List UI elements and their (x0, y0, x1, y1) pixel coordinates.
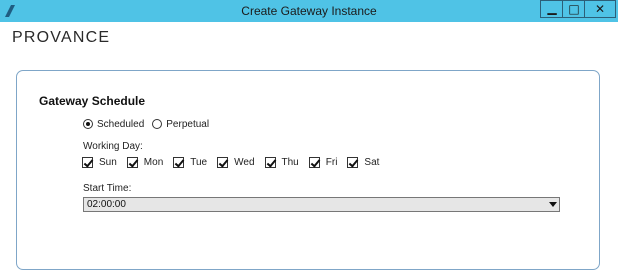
day-checkbox-wed[interactable]: Wed (217, 157, 255, 168)
radio-label: Perpetual (166, 118, 210, 130)
day-label: Sat (364, 157, 380, 168)
checkbox-checked-icon (308, 157, 320, 168)
maximize-icon: □ (568, 2, 580, 16)
radio-selected-icon (83, 119, 93, 129)
day-label: Mon (143, 157, 164, 168)
day-checkbox-mon[interactable]: Mon (126, 157, 164, 168)
working-day-label: Working Day: (83, 141, 143, 152)
day-checkbox-tue[interactable]: Tue (173, 157, 207, 168)
day-label: Fri (325, 157, 338, 168)
day-label: Tue (190, 157, 208, 168)
radio-label: Scheduled (97, 118, 145, 130)
checkbox-checked-icon (217, 157, 229, 168)
maximize-button[interactable]: □ (562, 0, 586, 18)
window-title: Create Gateway Instance (241, 4, 377, 18)
section-title: Gateway Schedule (39, 94, 146, 108)
perpetual-radio[interactable]: Perpetual (152, 119, 209, 130)
schedule-mode-group: Scheduled Perpetual (83, 117, 217, 131)
day-checkbox-sun[interactable]: Sun (82, 157, 117, 168)
start-time-dropdown[interactable]: 02:00:00 (83, 197, 560, 212)
close-icon: ✕ (594, 2, 606, 16)
checkbox-checked-icon (264, 157, 276, 168)
checkbox-checked-icon (126, 157, 138, 168)
window-titlebar[interactable]: Create Gateway Instance ▁ □ ✕ (0, 0, 618, 22)
day-label: Sun (99, 157, 117, 168)
checkbox-checked-icon (82, 157, 93, 168)
minimize-button[interactable]: ▁ (540, 0, 564, 18)
chevron-down-icon[interactable] (549, 202, 557, 207)
start-time-value: 02:00:00 (87, 199, 126, 210)
checkbox-checked-icon (347, 157, 359, 168)
checkbox-checked-icon (173, 157, 185, 168)
working-day-checkboxes: Sun Mon Tue Wed Thu Fri Sat (82, 157, 389, 168)
day-checkbox-fri[interactable]: Fri (308, 157, 338, 168)
minimize-icon: ▁ (547, 1, 557, 15)
day-label: Thu (281, 157, 299, 168)
scheduled-radio[interactable]: Scheduled (83, 119, 144, 130)
radio-unselected-icon (152, 119, 163, 129)
close-button[interactable]: ✕ (584, 0, 616, 18)
day-label: Wed (234, 157, 255, 168)
day-checkbox-thu[interactable]: Thu (264, 157, 299, 168)
start-time-label: Start Time: (83, 183, 132, 194)
brand-logo: PROVANCE (12, 29, 111, 46)
day-checkbox-sat[interactable]: Sat (347, 157, 379, 168)
